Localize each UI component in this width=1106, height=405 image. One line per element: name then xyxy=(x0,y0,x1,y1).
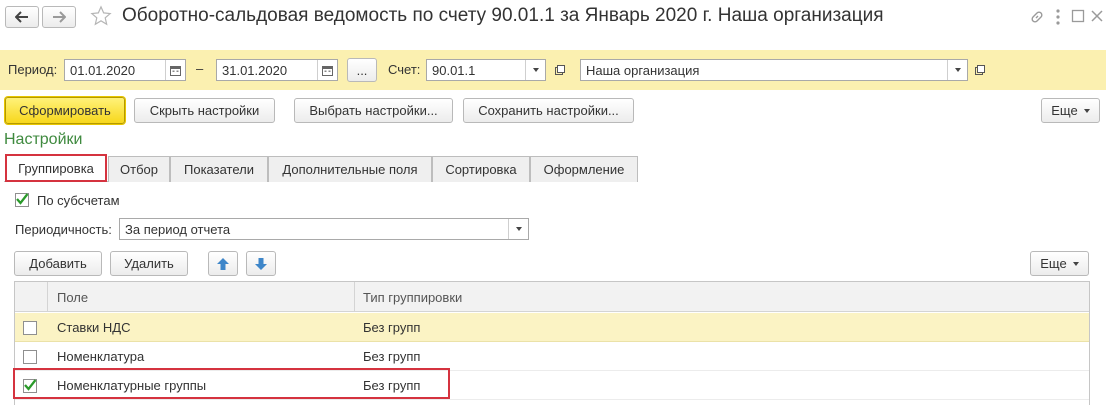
account-dropdown-button[interactable] xyxy=(525,60,545,80)
organization-dropdown-button[interactable] xyxy=(947,60,967,80)
dropdown-arrow-icon xyxy=(1072,261,1079,266)
row-field: Номенклатура xyxy=(57,349,145,364)
organization-field[interactable]: Наша организация xyxy=(580,59,968,81)
table-row[interactable]: Ставки НДС Без групп xyxy=(15,313,1089,342)
move-up-icon xyxy=(217,257,229,270)
dropdown-arrow-icon xyxy=(954,68,961,72)
calendar-icon xyxy=(170,65,181,76)
save-settings-button[interactable]: Сохранить настройки... xyxy=(463,98,634,123)
column-header-grouping-type[interactable]: Тип группировки xyxy=(363,290,462,305)
tab-grouping[interactable]: Группировка xyxy=(5,154,107,182)
move-up-button[interactable] xyxy=(208,251,238,276)
settings-title: Настройки xyxy=(4,131,83,148)
hide-settings-button[interactable]: Скрыть настройки xyxy=(134,98,275,123)
grouping-more-button[interactable]: Еще xyxy=(1030,251,1089,276)
by-subaccounts-checkbox[interactable] xyxy=(15,193,29,207)
window-title: Оборотно-сальдовая ведомость по счету 90… xyxy=(122,5,884,26)
column-header-field[interactable]: Поле xyxy=(57,290,88,305)
row-field: Ставки НДС xyxy=(57,320,131,335)
choose-settings-button[interactable]: Выбрать настройки... xyxy=(294,98,453,123)
open-icon xyxy=(975,65,985,75)
periodicity-select[interactable]: За период отчета xyxy=(119,218,529,240)
more-button[interactable]: Еще xyxy=(1041,98,1100,123)
periodicity-dropdown-button[interactable] xyxy=(508,219,528,239)
open-icon xyxy=(555,65,565,75)
add-button[interactable]: Добавить xyxy=(14,251,102,276)
delete-button[interactable]: Удалить xyxy=(110,251,188,276)
move-down-icon xyxy=(255,257,267,270)
date-from-field[interactable]: 01.01.2020 xyxy=(64,59,186,81)
back-button[interactable] xyxy=(5,6,39,28)
row-checkbox[interactable] xyxy=(23,321,37,335)
organization-open-button[interactable] xyxy=(970,59,990,81)
by-subaccounts-label: По субсчетам xyxy=(37,193,120,208)
row-grouping-type: Без групп xyxy=(363,320,421,335)
tab-additional-fields[interactable]: Дополнительные поля xyxy=(268,156,432,182)
checkmark-icon xyxy=(16,193,29,205)
tab-appearance[interactable]: Оформление xyxy=(530,156,638,182)
back-arrow-icon xyxy=(15,11,28,23)
calendar-icon xyxy=(322,65,333,76)
account-open-button[interactable] xyxy=(550,59,570,81)
kebab-menu-icon[interactable] xyxy=(1054,8,1062,26)
dropdown-arrow-icon xyxy=(1083,108,1090,113)
tab-filter[interactable]: Отбор xyxy=(108,156,170,182)
account-label: Счет: xyxy=(388,62,421,77)
date-to-calendar-button[interactable] xyxy=(317,60,337,80)
maximize-icon[interactable] xyxy=(1071,9,1085,23)
highlight-frame xyxy=(13,368,450,399)
link-icon[interactable] xyxy=(1029,9,1045,25)
move-down-button[interactable] xyxy=(246,251,276,276)
close-icon[interactable] xyxy=(1091,9,1103,23)
period-label: Период: xyxy=(8,62,58,77)
tab-sorting[interactable]: Сортировка xyxy=(432,156,530,182)
generate-report-button[interactable]: Сформировать xyxy=(5,97,125,124)
favorite-star-icon[interactable] xyxy=(90,5,112,27)
dropdown-arrow-icon xyxy=(532,68,539,72)
account-field[interactable]: 90.01.1 xyxy=(426,59,546,81)
periodicity-label: Периодичность: xyxy=(15,222,112,237)
table-row[interactable]: Номенклатура Без групп xyxy=(15,342,1089,371)
period-choice-button[interactable]: ... xyxy=(347,58,377,82)
forward-button[interactable] xyxy=(42,6,76,28)
dropdown-arrow-icon xyxy=(515,227,522,231)
row-checkbox[interactable] xyxy=(23,350,37,364)
forward-arrow-icon xyxy=(53,11,66,23)
date-from-calendar-button[interactable] xyxy=(165,60,185,80)
date-to-field[interactable]: 31.01.2020 xyxy=(216,59,338,81)
period-dash: – xyxy=(196,61,204,76)
tab-indicators[interactable]: Показатели xyxy=(170,156,268,182)
row-grouping-type: Без групп xyxy=(363,349,421,364)
table-header: Поле Тип группировки xyxy=(15,282,1089,312)
